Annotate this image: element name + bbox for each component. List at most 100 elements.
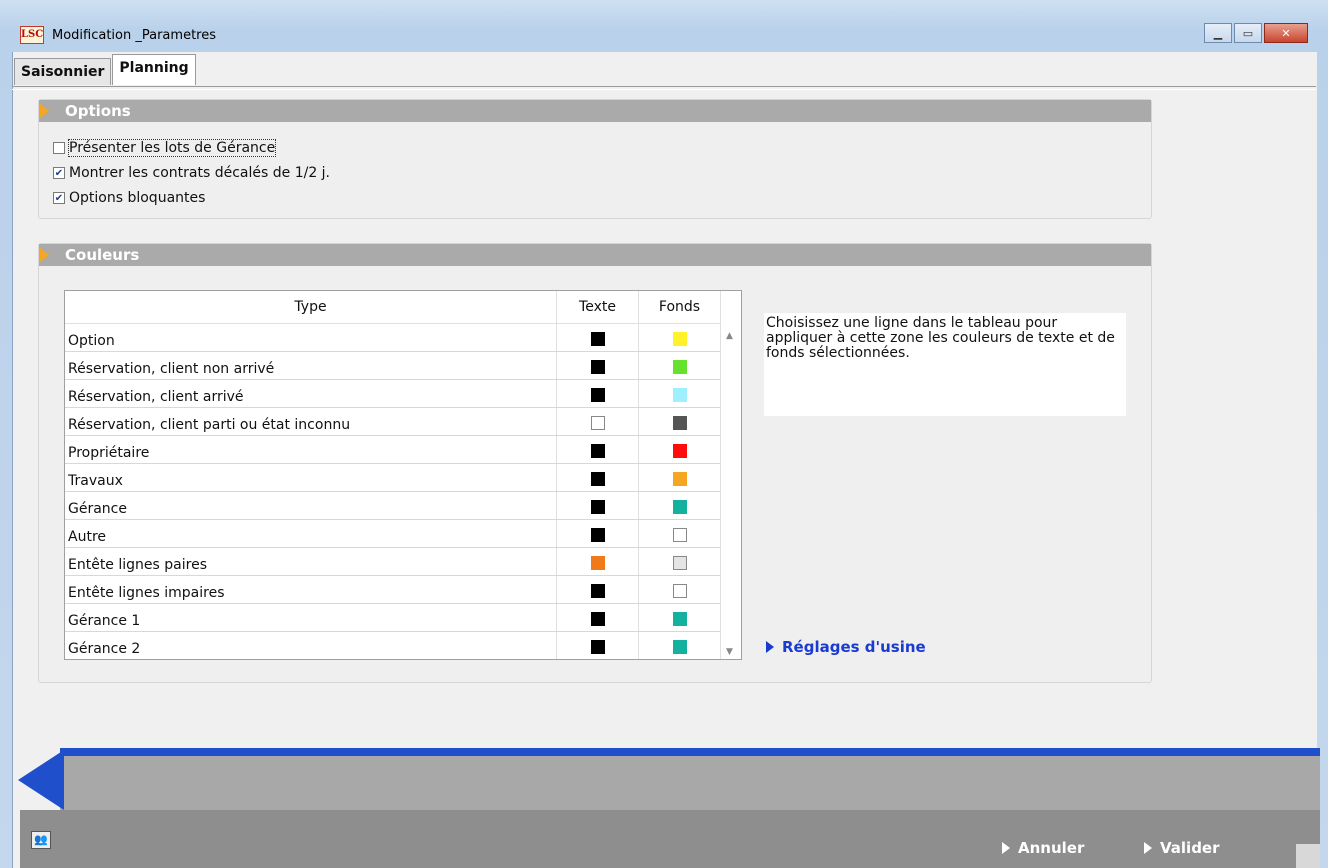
texte-color-swatch[interactable]: [590, 416, 605, 430]
footer-bar: [20, 810, 1320, 868]
table-row[interactable]: Option: [65, 324, 741, 352]
type-cell: Entête lignes paires: [65, 548, 557, 575]
fonds-cell: [639, 464, 721, 491]
minimize-button[interactable]: ▁: [1204, 23, 1232, 43]
fonds-cell: [639, 520, 721, 547]
fonds-color-swatch[interactable]: [672, 444, 687, 458]
triangle-right-icon: [1002, 842, 1010, 854]
texte-color-swatch[interactable]: [590, 332, 605, 346]
table-row[interactable]: Réservation, client non arrivé: [65, 352, 741, 380]
colors-header-label: Couleurs: [65, 246, 140, 264]
close-button[interactable]: ✕: [1264, 23, 1308, 43]
cancel-button[interactable]: Annuler: [1002, 839, 1084, 857]
option-row-options-bloquantes[interactable]: ✔ Options bloquantes: [53, 190, 205, 206]
back-arrow-icon[interactable]: [18, 750, 64, 810]
fonds-color-swatch[interactable]: [672, 584, 687, 598]
window-title: Modification _Parametres: [52, 28, 216, 43]
column-header-texte[interactable]: Texte: [557, 291, 639, 323]
validate-button[interactable]: Valider: [1144, 839, 1220, 857]
type-cell: Option: [65, 324, 557, 351]
type-cell: Réservation, client parti ou état inconn…: [65, 408, 557, 435]
fonds-cell: [639, 492, 721, 519]
texte-color-swatch[interactable]: [590, 444, 605, 458]
triangle-right-icon: [1144, 842, 1152, 854]
table-row[interactable]: Gérance 2: [65, 632, 741, 659]
fonds-cell: [639, 408, 721, 435]
table-header: Type Texte Fonds: [65, 291, 741, 324]
column-header-type[interactable]: Type: [65, 291, 557, 323]
section-arrow-icon: [39, 103, 49, 119]
users-icon[interactable]: 👥: [31, 831, 51, 849]
type-cell: Gérance: [65, 492, 557, 519]
column-header-fonds[interactable]: Fonds: [639, 291, 721, 323]
fonds-color-swatch[interactable]: [672, 500, 687, 514]
texte-cell: [557, 604, 639, 631]
texte-color-swatch[interactable]: [590, 584, 605, 598]
table-row[interactable]: Travaux: [65, 464, 741, 492]
fonds-color-swatch[interactable]: [672, 416, 687, 430]
texte-cell: [557, 408, 639, 435]
fonds-cell: [639, 436, 721, 463]
fonds-color-swatch[interactable]: [672, 472, 687, 486]
fonds-color-swatch[interactable]: [672, 612, 687, 626]
table-row[interactable]: Réservation, client arrivé: [65, 380, 741, 408]
fonds-color-swatch[interactable]: [672, 528, 687, 542]
option-row-contrats-decales[interactable]: ✔ Montrer les contrats décalés de 1/2 j.: [53, 165, 330, 181]
type-cell: Entête lignes impaires: [65, 576, 557, 603]
validate-label: Valider: [1160, 839, 1220, 857]
table-row[interactable]: Entête lignes impaires: [65, 576, 741, 604]
table-row[interactable]: Gérance: [65, 492, 741, 520]
texte-cell: [557, 436, 639, 463]
fonds-color-swatch[interactable]: [672, 388, 687, 402]
app-logo-icon: LSC: [20, 26, 44, 44]
table-row[interactable]: Propriétaire: [65, 436, 741, 464]
checkbox-label: Options bloquantes: [69, 190, 206, 206]
factory-reset-link[interactable]: Réglages d'usine: [766, 638, 926, 656]
table-scrollbar[interactable]: ▲ ▼: [721, 323, 741, 659]
texte-cell: [557, 324, 639, 351]
fonds-cell: [639, 632, 721, 659]
scroll-down-icon[interactable]: ▼: [726, 647, 733, 657]
type-cell: Travaux: [65, 464, 557, 491]
fonds-color-swatch[interactable]: [672, 640, 687, 654]
table-row[interactable]: Réservation, client parti ou état inconn…: [65, 408, 741, 436]
fonds-color-swatch[interactable]: [672, 360, 687, 374]
table-row[interactable]: Entête lignes paires: [65, 548, 741, 576]
cancel-label: Annuler: [1018, 839, 1085, 857]
texte-cell: [557, 548, 639, 575]
texte-color-swatch[interactable]: [590, 640, 605, 654]
type-cell: Réservation, client arrivé: [65, 380, 557, 407]
texte-color-swatch[interactable]: [590, 500, 605, 514]
texte-color-swatch[interactable]: [590, 360, 605, 374]
table-row[interactable]: Gérance 1: [65, 604, 741, 632]
texte-color-swatch[interactable]: [590, 472, 605, 486]
type-cell: Autre: [65, 520, 557, 547]
texte-color-swatch[interactable]: [590, 556, 605, 570]
factory-reset-label: Réglages d'usine: [782, 638, 926, 656]
texte-cell: [557, 520, 639, 547]
tab-saisonnier[interactable]: Saisonnier: [14, 58, 112, 85]
texte-color-swatch[interactable]: [590, 528, 605, 542]
tab-planning[interactable]: Planning: [112, 54, 196, 85]
maximize-button[interactable]: ▭: [1234, 23, 1262, 43]
texte-cell: [557, 492, 639, 519]
texte-color-swatch[interactable]: [590, 388, 605, 402]
option-row-lots-gerance[interactable]: Présenter les lots de Gérance: [53, 139, 277, 157]
checkbox-lots-gerance[interactable]: [53, 142, 65, 154]
colors-table: Type Texte Fonds Option Réservation, clie…: [64, 290, 742, 660]
checkbox-label: Montrer les contrats décalés de 1/2 j.: [69, 165, 331, 181]
texte-cell: [557, 576, 639, 603]
table-body: Option Réservation, client non arrivé Rése…: [65, 324, 741, 659]
fonds-cell: [639, 604, 721, 631]
tab-bar: Saisonnier Planning: [14, 54, 197, 85]
table-row[interactable]: Autre: [65, 520, 741, 548]
options-header-label: Options: [65, 102, 131, 120]
checkbox-contrats-decales[interactable]: ✔: [53, 167, 65, 179]
scroll-up-icon[interactable]: ▲: [726, 331, 733, 341]
triangle-right-icon: [766, 641, 774, 653]
fonds-color-swatch[interactable]: [672, 332, 687, 346]
texte-color-swatch[interactable]: [590, 612, 605, 626]
resize-grip-icon[interactable]: [1296, 844, 1320, 868]
fonds-color-swatch[interactable]: [672, 556, 687, 570]
checkbox-options-bloquantes[interactable]: ✔: [53, 192, 65, 204]
